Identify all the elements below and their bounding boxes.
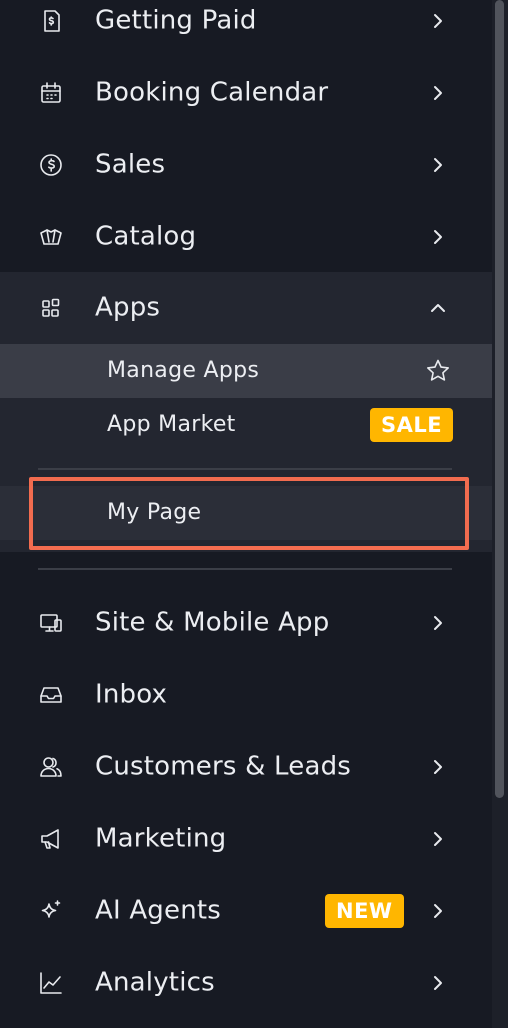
chevron-right-icon (428, 901, 448, 921)
chevron-right-icon (428, 829, 448, 849)
line-chart-icon (36, 968, 66, 998)
new-badge: NEW (325, 894, 404, 928)
nav-label: Apps (95, 292, 161, 323)
nav-item-marketing[interactable]: Marketing (0, 803, 492, 875)
chevron-right-icon (428, 83, 448, 103)
nav-label: Booking Calendar (95, 77, 329, 108)
nav-item-catalog[interactable]: Catalog (0, 201, 492, 273)
sparkle-icon (36, 896, 66, 926)
nav-label: Site & Mobile App (95, 607, 330, 638)
nav-label: Catalog (95, 221, 197, 252)
nav-label: Marketing (95, 823, 227, 854)
divider (38, 568, 452, 570)
divider (38, 468, 452, 470)
calendar-icon (36, 78, 66, 108)
chevron-up-icon (428, 298, 448, 318)
chevron-right-icon (428, 973, 448, 993)
nav-label: Inbox (95, 679, 168, 710)
nav-item-apps[interactable]: Apps (0, 272, 492, 344)
chevron-right-icon (428, 155, 448, 175)
people-icon (36, 752, 66, 782)
nav-item-analytics[interactable]: Analytics (0, 947, 492, 1019)
dollar-circle-icon (36, 150, 66, 180)
nav-label: Analytics (95, 967, 215, 998)
inbox-tray-icon (36, 680, 66, 710)
megaphone-icon (36, 824, 66, 854)
nav-item-booking-calendar[interactable]: Booking Calendar (0, 57, 492, 129)
nav-item-customers-leads[interactable]: Customers & Leads (0, 731, 492, 803)
chevron-right-icon (428, 613, 448, 633)
nav-label: AI Agents (95, 895, 222, 926)
sub-item-label: Manage Apps (107, 358, 260, 383)
scrollbar-track[interactable] (492, 0, 508, 1028)
devices-icon (36, 608, 66, 638)
sidebar-nav: Getting Paid Booking Calendar Sales Cata… (0, 0, 492, 1028)
nav-item-ai-agents[interactable]: AI Agents NEW (0, 875, 492, 947)
receipt-dollar-icon (36, 6, 66, 36)
chevron-right-icon (428, 227, 448, 247)
nav-label: Sales (95, 149, 166, 180)
highlight-box (29, 477, 469, 550)
sub-item-label: App Market (107, 412, 236, 437)
sub-item-manage-apps[interactable]: Manage Apps (0, 344, 492, 398)
chevron-right-icon (428, 11, 448, 31)
chevron-right-icon (428, 757, 448, 777)
nav-item-getting-paid[interactable]: Getting Paid (0, 0, 492, 57)
nav-label: Customers & Leads (95, 751, 352, 782)
scrollbar-thumb[interactable] (495, 0, 504, 798)
nav-label: Getting Paid (95, 5, 257, 36)
nav-item-site-mobile-app[interactable]: Site & Mobile App (0, 587, 492, 659)
star-icon[interactable] (424, 357, 452, 385)
nav-item-inbox[interactable]: Inbox (0, 659, 492, 731)
catalog-cards-icon (36, 222, 66, 252)
nav-item-sales[interactable]: Sales (0, 129, 492, 201)
sub-item-app-market[interactable]: App Market SALE (0, 398, 492, 452)
sale-badge: SALE (370, 408, 454, 442)
apps-grid-icon (36, 293, 66, 323)
